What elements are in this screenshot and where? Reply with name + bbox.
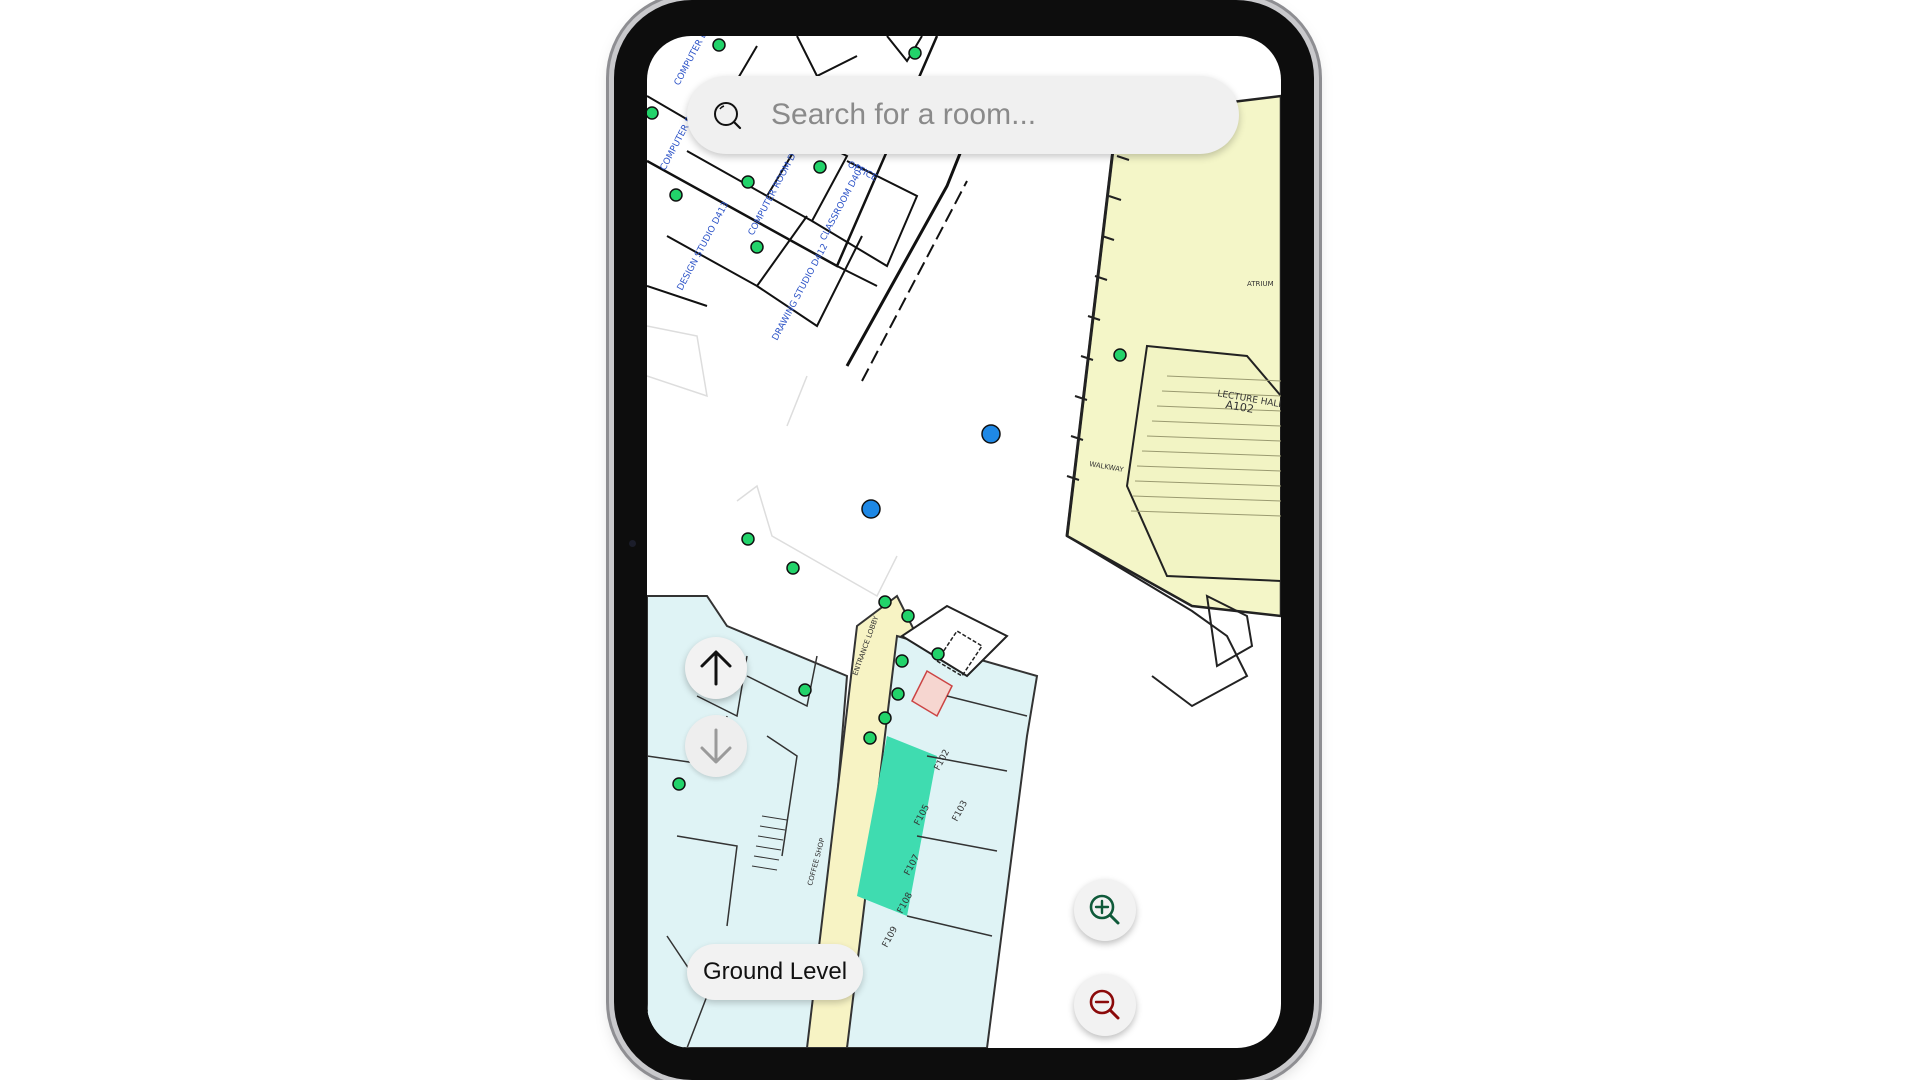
room-marker[interactable] — [891, 687, 905, 701]
search-icon — [714, 102, 742, 130]
label-drawing-studio-d412: DRAWING STUDIO D412 — [771, 242, 831, 342]
outdoor-paths — [647, 325, 898, 598]
zoom-in-icon — [1089, 894, 1120, 925]
room-marker[interactable] — [931, 647, 945, 661]
room-marker[interactable] — [786, 561, 800, 575]
current-level-label: Ground Level — [687, 944, 864, 1000]
room-marker[interactable] — [878, 595, 892, 609]
app-screen: COMPUTER D417 COMPUTER D412 COMPUTER ROO… — [647, 36, 1281, 1048]
search-input[interactable] — [769, 97, 1213, 133]
room-marker[interactable] — [741, 532, 755, 546]
room-marker[interactable] — [863, 731, 877, 745]
room-marker[interactable] — [669, 188, 683, 202]
entrance-marker[interactable] — [981, 424, 1001, 444]
room-marker[interactable] — [712, 38, 726, 52]
room-marker[interactable] — [672, 777, 686, 791]
room-marker[interactable] — [798, 683, 812, 697]
zoom-out-icon — [1089, 989, 1120, 1020]
level-up-button[interactable] — [685, 637, 747, 699]
room-marker[interactable] — [901, 609, 915, 623]
room-marker[interactable] — [1113, 348, 1127, 362]
level-down-button[interactable] — [685, 715, 747, 777]
label-atrium: ATRIUM — [1247, 280, 1274, 288]
entrance-marker[interactable] — [861, 499, 881, 519]
room-marker[interactable] — [908, 46, 922, 60]
zoom-in-button[interactable] — [1074, 879, 1136, 941]
search-bar[interactable] — [687, 76, 1239, 154]
room-marker[interactable] — [813, 160, 827, 174]
room-marker[interactable] — [647, 106, 659, 120]
location-markers[interactable] — [861, 424, 1001, 519]
arrow-up-icon — [700, 650, 732, 686]
room-marker[interactable] — [895, 654, 909, 668]
room-marker[interactable] — [878, 711, 892, 725]
zoom-out-button[interactable] — [1074, 974, 1136, 1036]
arrow-down-icon — [700, 728, 732, 764]
floor-plan-map[interactable]: COMPUTER D417 COMPUTER D412 COMPUTER ROO… — [647, 36, 1281, 1048]
room-marker[interactable] — [741, 175, 755, 189]
tablet-frame: COMPUTER D417 COMPUTER D412 COMPUTER ROO… — [614, 0, 1314, 1080]
room-marker[interactable] — [750, 240, 764, 254]
front-camera — [629, 540, 636, 547]
